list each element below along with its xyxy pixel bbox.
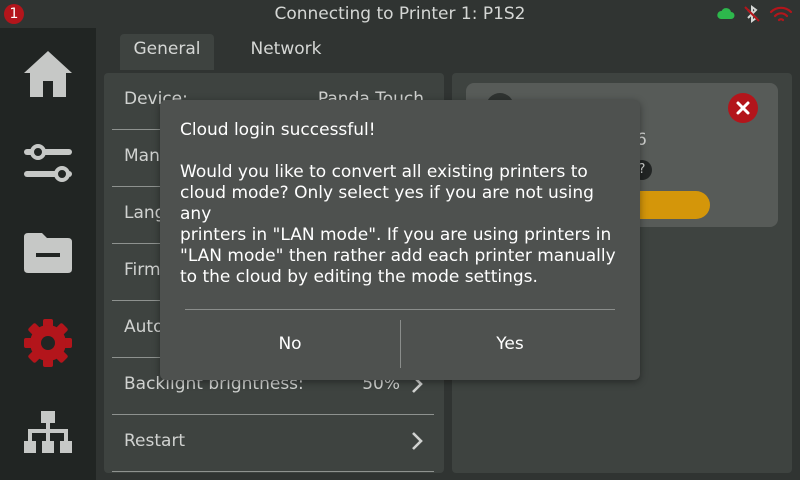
cloud-icon (716, 4, 736, 24)
sidebar-item-home[interactable] (0, 28, 96, 118)
chevron-right-icon (412, 432, 423, 450)
sidebar-item-files[interactable] (0, 208, 96, 298)
dialog-message: Would you like to convert all existing p… (180, 162, 616, 287)
home-icon (24, 51, 72, 97)
tab-general[interactable]: General (120, 34, 214, 70)
network-icon (24, 411, 72, 453)
status-bar: 1 Connecting to Printer 1: P1S2 (0, 0, 800, 28)
no-button[interactable]: No (170, 310, 410, 378)
close-icon[interactable] (728, 93, 758, 123)
gear-icon (24, 319, 72, 367)
setting-label: Man (124, 146, 160, 166)
cloud-login-dialog: Cloud login successful! Would you like t… (160, 100, 640, 380)
yes-button[interactable]: Yes (390, 310, 630, 378)
sidebar (0, 28, 96, 480)
bluetooth-disabled-icon (742, 4, 762, 24)
sidebar-item-controls[interactable] (0, 118, 96, 208)
wifi-icon (768, 4, 794, 24)
connection-status-title: Connecting to Printer 1: P1S2 (274, 4, 526, 24)
setting-restart[interactable]: Restart (112, 415, 434, 472)
dialog-title: Cloud login successful! (180, 120, 376, 140)
sidebar-item-settings[interactable] (0, 298, 96, 388)
setting-label: Firm (124, 260, 161, 280)
sidebar-item-network[interactable] (0, 388, 96, 478)
setting-label: Auto (124, 317, 164, 337)
setting-label: Restart (124, 431, 186, 451)
tab-network[interactable]: Network (236, 34, 336, 70)
sliders-icon (24, 144, 72, 182)
folder-icon (24, 233, 72, 273)
